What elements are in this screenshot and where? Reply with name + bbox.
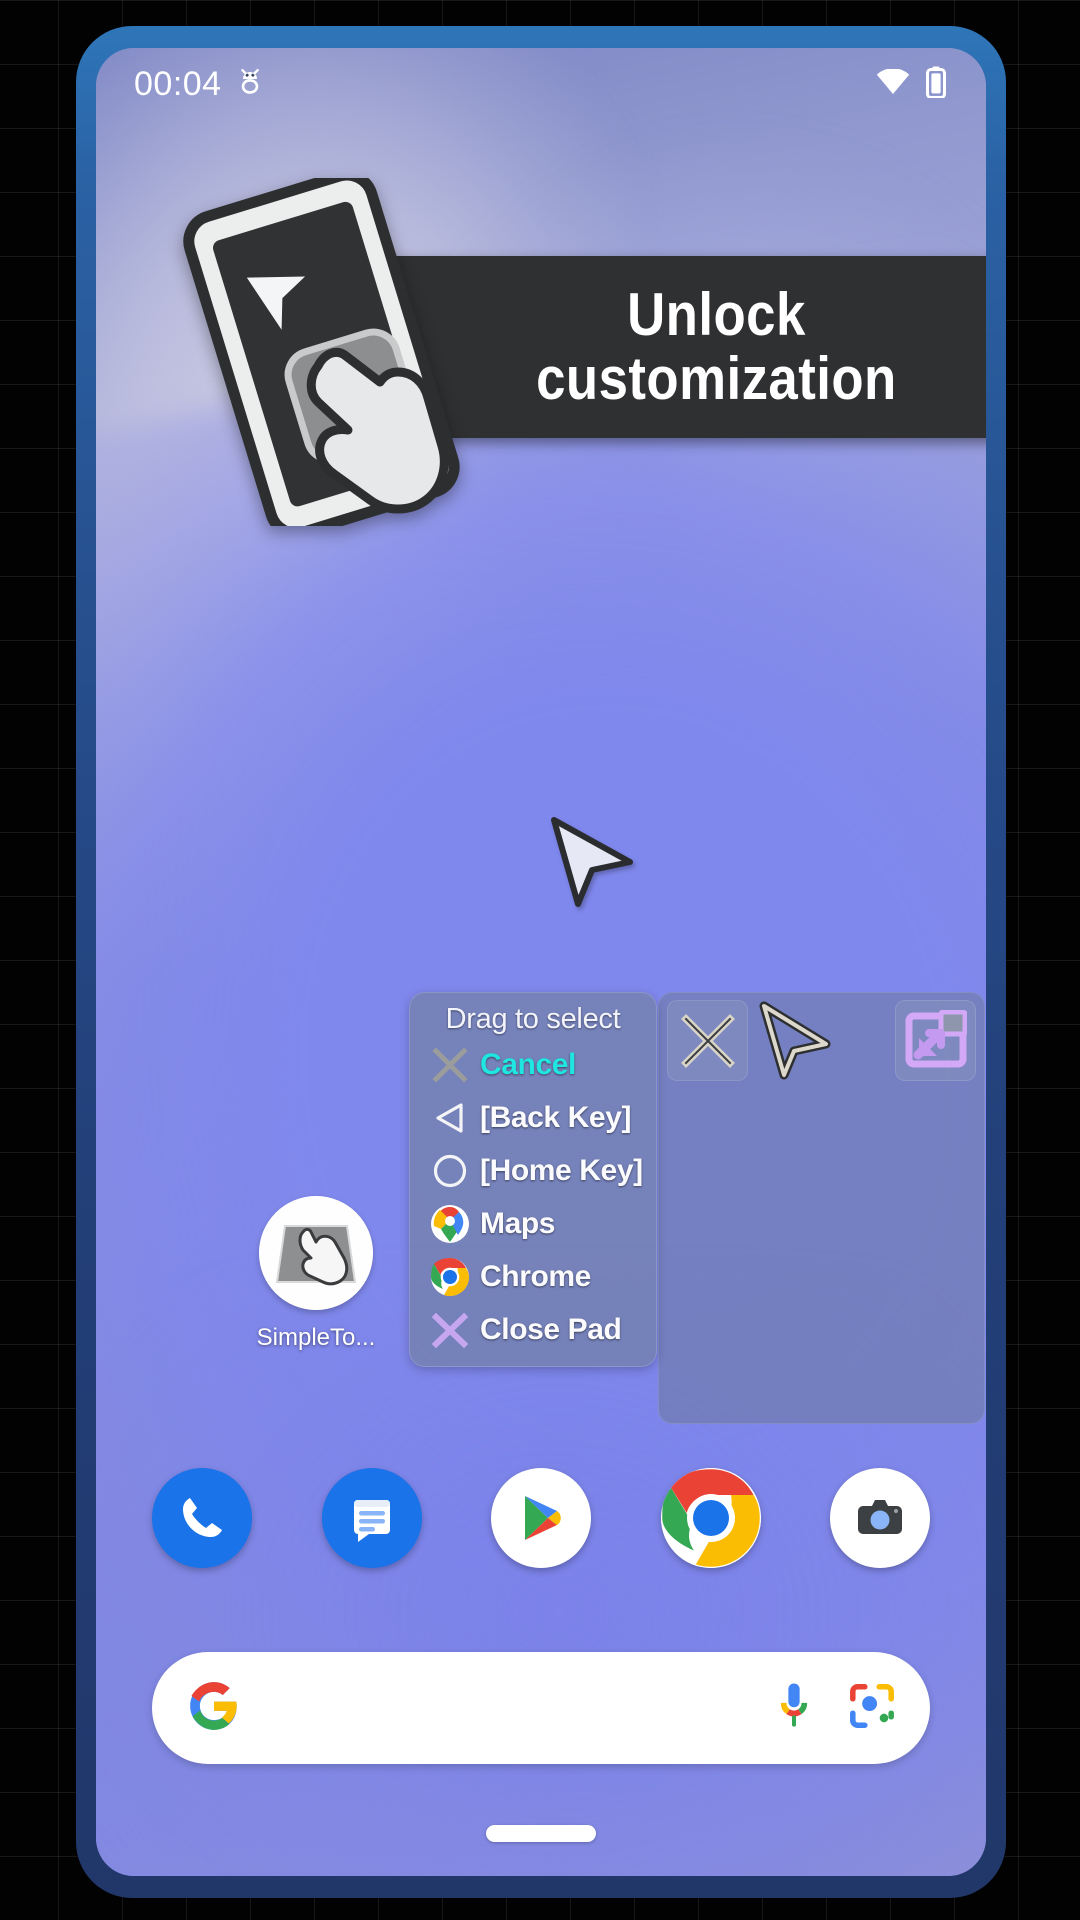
close-pad-x-icon bbox=[430, 1310, 470, 1350]
status-clock: 00:04 bbox=[134, 65, 222, 103]
pointer-arrow-icon[interactable] bbox=[754, 1000, 835, 1081]
close-x-icon[interactable] bbox=[667, 1000, 748, 1081]
pointer-arrow-icon bbox=[548, 814, 636, 910]
drag-select-menu[interactable]: Drag to select Cancel [Back Key] [Home K… bbox=[409, 992, 657, 1367]
google-maps-icon bbox=[430, 1204, 470, 1244]
menu-item-cancel[interactable]: Cancel bbox=[410, 1038, 656, 1091]
dock-item-phone[interactable] bbox=[152, 1468, 252, 1568]
home-circle-icon bbox=[430, 1151, 470, 1191]
phone-device-frame: 00:04 Unlock customization SimpleTo... D… bbox=[76, 26, 1006, 1898]
dock-item-messages[interactable] bbox=[321, 1468, 422, 1568]
tap-phone-hand-icon bbox=[160, 169, 490, 539]
menu-item-label: Close Pad bbox=[480, 1312, 622, 1346]
menu-item-label: [Back Key] bbox=[480, 1100, 632, 1134]
wifi-icon bbox=[876, 67, 910, 100]
android-bug-icon bbox=[236, 67, 264, 102]
menu-item-back-key[interactable]: [Back Key] bbox=[410, 1091, 656, 1144]
google-g-icon bbox=[188, 1680, 240, 1737]
drag-select-menu-title: Drag to select bbox=[445, 1003, 621, 1035]
google-search-bar[interactable] bbox=[152, 1652, 930, 1764]
picture-in-picture-icon[interactable] bbox=[895, 1000, 976, 1081]
status-bar: 00:04 bbox=[96, 48, 986, 120]
home-indicator-pill[interactable] bbox=[486, 1825, 596, 1842]
menu-item-close-pad[interactable]: Close Pad bbox=[410, 1303, 656, 1356]
back-triangle-icon bbox=[430, 1098, 470, 1138]
phone-screen: 00:04 Unlock customization SimpleTo... D… bbox=[96, 48, 986, 1876]
touchpad-toolbar bbox=[659, 993, 984, 1081]
tip-banner-text: Unlock customization bbox=[535, 280, 897, 412]
dock-item-chrome[interactable] bbox=[660, 1468, 761, 1568]
app-shortcut-label: SimpleTo... bbox=[256, 1324, 376, 1351]
menu-item-home-key[interactable]: [Home Key] bbox=[410, 1144, 656, 1197]
microphone-icon[interactable] bbox=[774, 1681, 814, 1736]
menu-item-chrome[interactable]: Chrome bbox=[410, 1250, 656, 1303]
google-lens-icon[interactable] bbox=[848, 1682, 896, 1735]
search-actions bbox=[774, 1681, 896, 1736]
menu-item-label: Chrome bbox=[480, 1259, 591, 1293]
menu-item-label: Maps bbox=[480, 1206, 556, 1240]
menu-item-label: [Home Key] bbox=[480, 1153, 643, 1187]
app-shortcut-simpletouchpad[interactable]: SimpleTo... bbox=[231, 1196, 401, 1352]
dock bbox=[96, 1468, 986, 1568]
touchpad-panel[interactable] bbox=[658, 992, 985, 1424]
menu-item-label: Cancel bbox=[480, 1047, 576, 1081]
dock-item-play-store[interactable] bbox=[491, 1468, 591, 1568]
battery-icon bbox=[926, 66, 946, 103]
dock-item-camera[interactable] bbox=[830, 1468, 930, 1568]
status-bar-right bbox=[876, 66, 946, 103]
status-bar-left: 00:04 bbox=[134, 67, 264, 102]
close-x-icon bbox=[430, 1045, 470, 1085]
simple-touchpad-icon bbox=[259, 1196, 373, 1310]
chrome-icon bbox=[430, 1257, 470, 1297]
menu-item-maps[interactable]: Maps bbox=[410, 1197, 656, 1250]
